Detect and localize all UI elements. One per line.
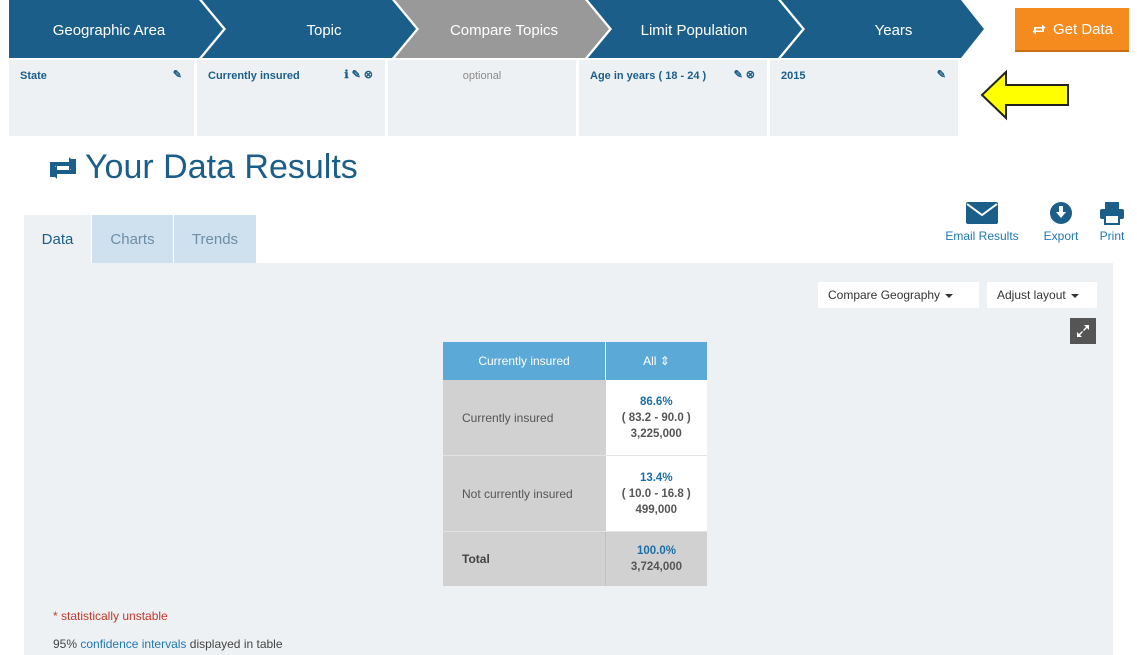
ci-suffix: displayed in table xyxy=(189,637,283,651)
row-label: Currently insured xyxy=(443,380,606,456)
selection-topic-value: Currently insured xyxy=(208,70,300,82)
yellow-arrow-annotation xyxy=(980,69,1069,121)
selection-limit-population-value: Age in years ( 18 - 24 ) xyxy=(590,70,707,82)
print-button[interactable]: Print xyxy=(1094,197,1130,243)
printer-icon xyxy=(1100,202,1124,225)
compare-geography-label: Compare Geography xyxy=(828,288,941,302)
table-header-all-label: All xyxy=(643,354,657,368)
tab-trends[interactable]: Trends xyxy=(174,215,256,263)
limit-population-actions: ✎ ⊗ xyxy=(734,68,755,81)
results-title-text: Your Data Results xyxy=(85,148,358,186)
get-data-button[interactable]: Get Data xyxy=(1015,8,1129,50)
total-percent: 100.0% xyxy=(636,545,676,557)
tab-data[interactable]: Data xyxy=(24,215,91,263)
table-row: Currently insured 86.6% ( 83.2 - 90.0 ) … xyxy=(443,380,707,456)
total-value-cell: 100.0% 3,724,000 xyxy=(605,531,707,586)
pencil-icon[interactable]: ✎ xyxy=(173,68,182,81)
step-geographic-area[interactable]: Geographic Area xyxy=(9,0,209,58)
selection-compare-topics-placeholder: optional xyxy=(462,70,502,82)
table-row: Not currently insured 13.4% ( 10.0 - 16.… xyxy=(443,455,707,532)
selection-years-value: 2015 xyxy=(781,70,806,82)
row-percent: 13.4% xyxy=(639,471,673,484)
results-title: Your Data Results xyxy=(43,148,358,187)
step-years[interactable]: Years xyxy=(791,0,976,58)
expand-icon xyxy=(1077,325,1089,337)
print-label: Print xyxy=(1099,229,1125,243)
row-percent: 86.6% xyxy=(639,395,673,408)
envelope-icon xyxy=(966,202,998,224)
topic-actions: ℹ ✎ ⊗ xyxy=(344,68,373,81)
export-button[interactable]: Export xyxy=(1037,197,1085,243)
selection-years[interactable]: 2015 ✎ xyxy=(770,60,958,136)
row-confidence-interval: ( 10.0 - 16.8 ) xyxy=(621,487,691,500)
retweet-icon xyxy=(50,156,76,179)
row-value-cell: 13.4% ( 10.0 - 16.8 ) 499,000 xyxy=(605,455,707,532)
wizard-steps: Geographic Area Topic Compare Topics Lim… xyxy=(9,0,984,58)
retweet-icon xyxy=(1032,24,1046,34)
row-count: 3,225,000 xyxy=(630,427,682,440)
results-table: Currently insured All ⇕ Currently insure… xyxy=(443,342,707,586)
email-results-button[interactable]: Email Results xyxy=(938,197,1026,243)
sort-icon[interactable]: ⇕ xyxy=(660,354,670,368)
confidence-intervals-link[interactable]: confidence intervals xyxy=(80,637,186,651)
unstable-footnote: * statistically unstable xyxy=(53,609,168,623)
adjust-layout-dropdown[interactable]: Adjust layout xyxy=(987,282,1097,308)
adjust-layout-label: Adjust layout xyxy=(997,288,1066,302)
get-data-label: Get Data xyxy=(1052,20,1114,38)
remove-circle-icon[interactable]: ⊗ xyxy=(746,68,755,81)
ci-prefix: 95% xyxy=(53,637,78,651)
selection-compare-topics[interactable]: optional xyxy=(388,60,576,136)
selection-topic[interactable]: Currently insured ℹ ✎ ⊗ xyxy=(197,60,385,136)
pencil-icon[interactable]: ✎ xyxy=(734,68,743,81)
total-label: Total xyxy=(443,531,606,586)
row-confidence-interval: ( 83.2 - 90.0 ) xyxy=(621,411,691,424)
row-count: 499,000 xyxy=(635,503,678,516)
total-count: 3,724,000 xyxy=(630,561,683,573)
selection-geographic-area[interactable]: State ✎ xyxy=(9,60,194,136)
info-icon[interactable]: ℹ xyxy=(344,68,348,81)
email-results-label: Email Results xyxy=(945,229,1019,243)
table-header-all[interactable]: All ⇕ xyxy=(605,342,707,380)
selection-limit-population[interactable]: Age in years ( 18 - 24 ) ✎ ⊗ xyxy=(579,60,767,136)
step-topic[interactable]: Topic xyxy=(214,0,404,58)
remove-circle-icon[interactable]: ⊗ xyxy=(364,68,373,81)
expand-button[interactable] xyxy=(1070,318,1096,344)
row-label: Not currently insured xyxy=(443,455,606,532)
caret-down-icon xyxy=(1070,293,1079,298)
pencil-icon[interactable]: ✎ xyxy=(937,68,946,81)
row-value-cell: 86.6% ( 83.2 - 90.0 ) 3,225,000 xyxy=(605,380,707,456)
download-circle-icon xyxy=(1050,202,1072,224)
step-limit-population[interactable]: Limit Population xyxy=(599,0,789,58)
export-label: Export xyxy=(1043,229,1079,243)
selection-geographic-area-value: State xyxy=(20,70,47,82)
table-header-row: Currently insured All ⇕ xyxy=(443,342,707,380)
table-total-row: Total 100.0% 3,724,000 xyxy=(443,531,707,586)
caret-down-icon xyxy=(945,293,954,298)
tab-charts[interactable]: Charts xyxy=(92,215,173,263)
confidence-interval-footnote: 95% confidence intervals displayed in ta… xyxy=(53,637,283,651)
pencil-icon[interactable]: ✎ xyxy=(352,68,361,81)
step-compare-topics[interactable]: Compare Topics xyxy=(409,0,599,58)
table-header-topic: Currently insured xyxy=(443,342,606,380)
compare-geography-dropdown[interactable]: Compare Geography xyxy=(818,282,979,308)
